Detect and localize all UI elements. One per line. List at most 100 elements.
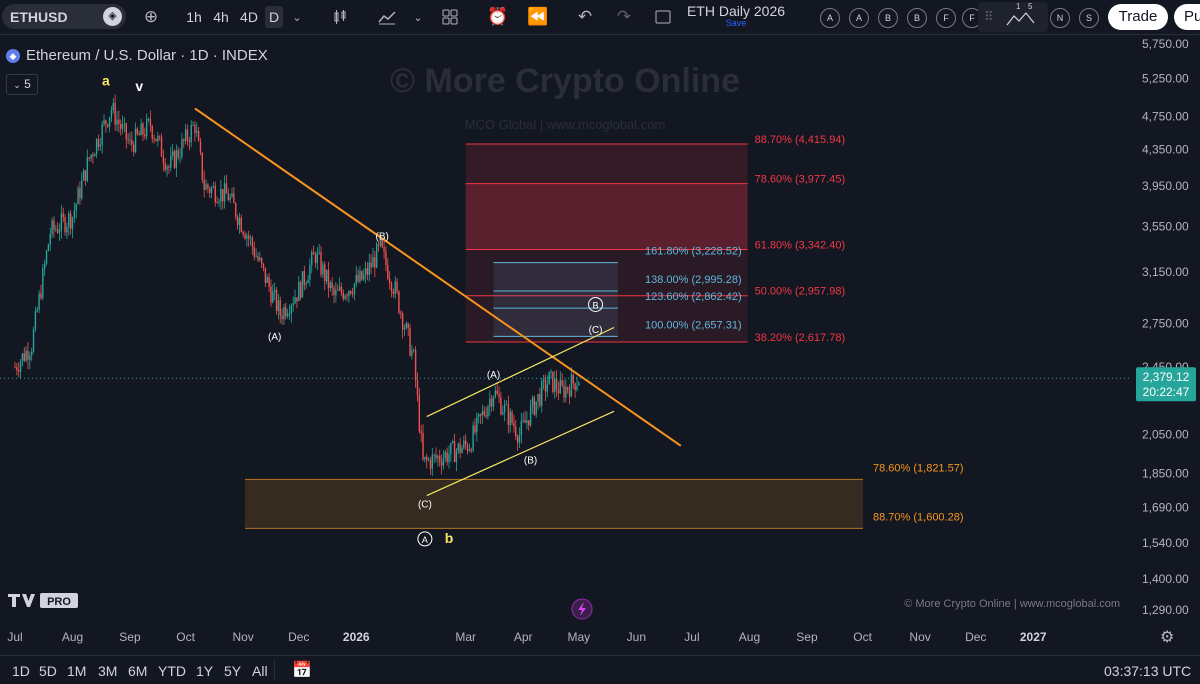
range-6m[interactable]: 6M (128, 663, 147, 679)
candle-body (325, 269, 328, 282)
range-5d[interactable]: 5D (39, 663, 57, 679)
redo-icon[interactable]: ↷ (612, 0, 636, 34)
tradingview-logo-icon (8, 594, 35, 607)
compare-add-icon[interactable]: ⊕ (139, 0, 163, 34)
fib-retracement-label: 88.70% (4,415.94) (755, 134, 846, 146)
candle-body (21, 353, 24, 362)
candle-body (160, 136, 163, 157)
candle-body (145, 119, 148, 137)
timeframe-4h[interactable]: 4h (209, 0, 233, 34)
candle-body (476, 416, 478, 433)
candle-body (446, 452, 448, 462)
indicator-toggle[interactable]: ⌄ 5 (6, 74, 38, 95)
candle-body (149, 118, 152, 127)
fullscreen-icon[interactable] (651, 0, 675, 34)
fib-extension-label: 138.00% (2,995.28) (645, 274, 742, 286)
candle-body (407, 323, 409, 329)
chevron-down-icon[interactable]: ⌄ (408, 0, 428, 34)
toolbar-circle-button[interactable]: F (936, 8, 956, 28)
wave-label: (B) (376, 232, 389, 243)
time-tick-label: May (567, 630, 590, 644)
timeframe-1h[interactable]: 1h (182, 0, 206, 34)
alert-circle-button[interactable]: S (1079, 8, 1099, 28)
candle-body (565, 387, 567, 398)
calendar-icon[interactable]: 📅 (292, 660, 312, 680)
candle-body (370, 262, 372, 268)
chart-legend: ◆ Ethereum / U.S. Dollar · 1D · INDEX (6, 47, 268, 64)
range-1m[interactable]: 1M (67, 663, 86, 679)
trade-button[interactable]: Trade (1108, 4, 1168, 30)
toolbar-circle-button[interactable]: B (907, 8, 927, 28)
candle-body (112, 103, 114, 110)
candle-body (184, 129, 187, 141)
symbol-info-icon[interactable]: ◈ (103, 7, 122, 26)
candle-body (366, 268, 369, 275)
candle-body (168, 166, 170, 168)
price-chart[interactable]: © More Crypto Online MCO Global | www.mco… (0, 35, 1200, 655)
candle-body (73, 210, 76, 218)
candle-body (118, 119, 120, 125)
publish-button[interactable]: Pu (1174, 4, 1200, 30)
candle-body (29, 355, 31, 360)
candle-body (223, 183, 226, 202)
range-5y[interactable]: 5Y (224, 663, 241, 679)
chevron-down-icon[interactable]: ⌄ (287, 0, 307, 34)
candle-body (537, 394, 539, 402)
indicator-panel[interactable]: ⠿ 1 5 (978, 2, 1048, 32)
layout-title[interactable]: ETH Daily 2026 Save (676, 3, 796, 28)
candle-type-icon[interactable] (328, 0, 352, 34)
candle-body (390, 283, 393, 292)
timeframe-4d[interactable]: 4D (237, 0, 261, 34)
candle-body (309, 264, 311, 280)
candle-body (520, 421, 523, 436)
candle-body (350, 291, 352, 294)
candle-body (27, 350, 29, 360)
candle-body (327, 269, 330, 289)
candle-body (578, 382, 580, 386)
undo-icon[interactable]: ↶ (573, 0, 597, 34)
range-1y[interactable]: 1Y (196, 663, 213, 679)
candle-body (516, 436, 519, 443)
candle-body (396, 281, 398, 292)
candle-body (394, 281, 396, 294)
candle-body (233, 193, 235, 204)
range-ytd[interactable]: YTD (158, 663, 186, 679)
candle-body (413, 349, 415, 351)
candle-body (144, 134, 146, 137)
candle-body (535, 401, 537, 415)
alert-circle-button[interactable]: N (1050, 8, 1070, 28)
candle-body (225, 183, 228, 194)
toolbar-circle-button[interactable]: A (820, 8, 840, 28)
range-all[interactable]: All (252, 663, 268, 679)
candle-body (513, 423, 515, 427)
time-tick-label: Oct (176, 630, 195, 644)
candle-body (405, 323, 408, 329)
time-tick-label: Dec (288, 630, 309, 644)
layout-name: ETH Daily 2026 (686, 3, 786, 19)
candle-body (409, 328, 411, 356)
candle-body (181, 139, 183, 157)
price-tick-label: 4,750.00 (1142, 109, 1189, 123)
candle-body (90, 154, 92, 159)
toolbar-circle-button[interactable]: A (849, 8, 869, 28)
range-1d[interactable]: 1D (12, 663, 30, 679)
price-tick-label: 3,950.00 (1142, 179, 1189, 193)
drag-handle-icon[interactable]: ⠿ (984, 9, 994, 25)
candle-body (266, 277, 268, 283)
indicators-icon[interactable] (375, 0, 399, 34)
timeframe-d-active[interactable]: D (264, 6, 284, 28)
symbol-search[interactable]: ETHUSD ◈ (2, 4, 126, 29)
candle-body (275, 289, 278, 312)
candle-body (79, 188, 81, 199)
gear-icon[interactable]: ⚙ (1160, 627, 1174, 647)
toolbar-circle-button[interactable]: B (878, 8, 898, 28)
utc-clock[interactable]: 03:37:13 UTC (1104, 663, 1191, 679)
range-3m[interactable]: 3M (98, 663, 117, 679)
replay-icon[interactable]: ⏪ (526, 0, 550, 34)
save-button[interactable]: Save (676, 18, 796, 28)
candle-body (552, 371, 554, 392)
layout-grid-icon[interactable] (438, 0, 462, 34)
candle-body (192, 124, 194, 126)
alert-clock-icon[interactable]: ⏰ (485, 0, 511, 34)
candle-body (82, 170, 85, 181)
